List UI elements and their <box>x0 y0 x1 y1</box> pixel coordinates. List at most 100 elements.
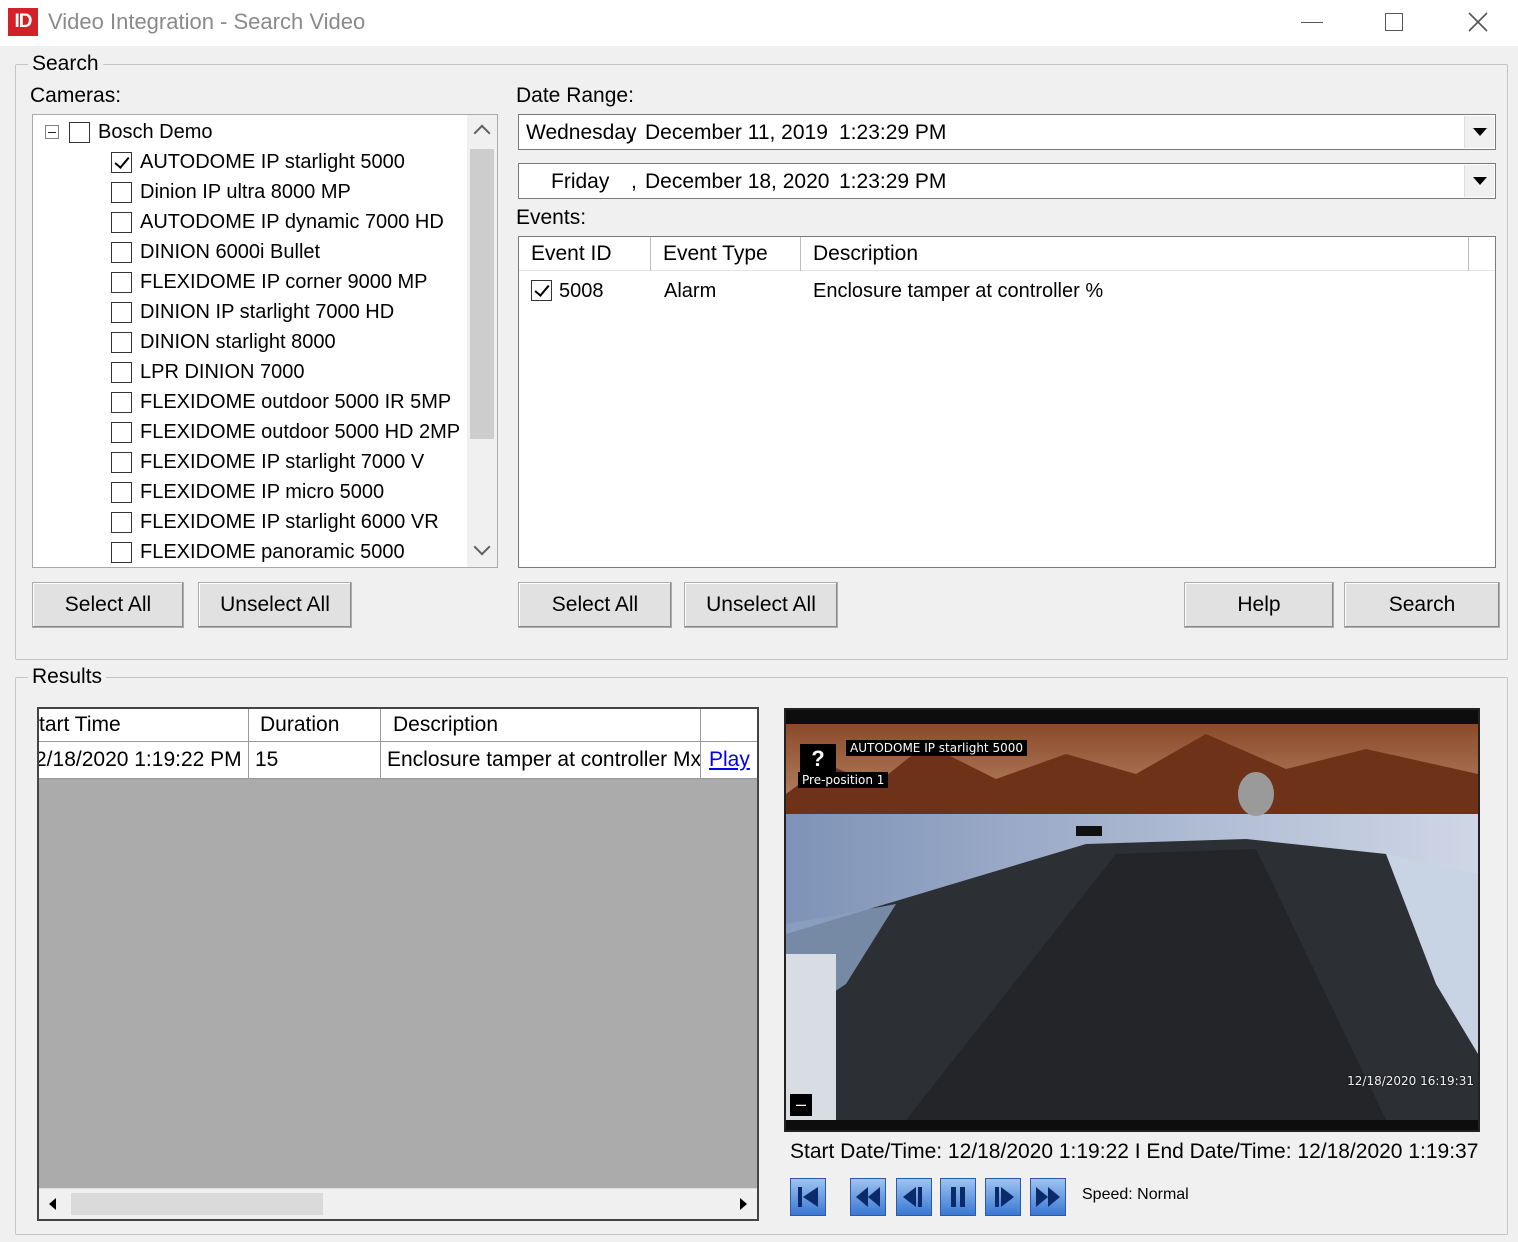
column-header-event-type[interactable]: Event Type <box>651 237 801 271</box>
camera-item-label: FLEXIDOME IP micro 5000 <box>140 480 385 503</box>
camera-item[interactable]: FLEXIDOME IP starlight 7000 V <box>111 447 424 477</box>
camera-item-label: FLEXIDOME IP starlight 7000 V <box>140 450 425 473</box>
result-duration: 15 <box>249 742 381 778</box>
camera-item[interactable]: FLEXIDOME IP corner 9000 MP <box>111 267 428 297</box>
event-id: 5008 <box>559 280 604 302</box>
title-bar: ID Video Integration - Search Video <box>0 0 1518 46</box>
dropdown-arrow-icon[interactable] <box>1464 165 1494 197</box>
step-forward-button[interactable] <box>985 1178 1021 1216</box>
scroll-thumb[interactable] <box>71 1193 323 1215</box>
camera-item[interactable]: DINION 6000i Bullet <box>111 237 320 267</box>
camera-tree-scrollbar[interactable] <box>467 115 497 567</box>
help-button[interactable]: Help <box>1184 582 1334 628</box>
results-grid[interactable]: tart Time Duration Description 2/18/2020… <box>37 707 759 1221</box>
scroll-down-icon[interactable] <box>473 538 491 556</box>
camera-item[interactable]: AUTODOME IP starlight 5000 <box>111 147 405 177</box>
step-back-icon <box>903 1187 922 1207</box>
fast-forward-icon <box>1036 1187 1060 1207</box>
skip-to-start-button[interactable] <box>790 1178 826 1216</box>
cameras-label: Cameras: <box>30 84 122 107</box>
tree-root-label: Bosch Demo <box>98 120 213 143</box>
scroll-left-icon[interactable] <box>49 1198 56 1210</box>
play-link[interactable]: Play <box>709 748 750 772</box>
camera-item-label: FLEXIDOME outdoor 5000 HD 2MP <box>140 420 461 443</box>
camera-item[interactable]: FLEXIDOME outdoor 5000 HD 2MP <box>111 417 460 447</box>
cameras-unselect-all-button[interactable]: Unselect All <box>198 582 352 628</box>
checkbox[interactable] <box>69 121 90 143</box>
column-header-description[interactable]: Description <box>381 709 701 741</box>
scroll-up-icon[interactable] <box>473 124 491 142</box>
checkbox[interactable] <box>111 151 132 173</box>
camera-item-label: AUTODOME IP starlight 5000 <box>140 150 405 173</box>
step-back-button[interactable] <box>896 1178 932 1216</box>
checkbox[interactable] <box>111 421 132 443</box>
camera-item[interactable]: DINION starlight 8000 <box>111 327 336 357</box>
preset-overlay: Pre-position 1 <box>798 772 889 788</box>
checkbox[interactable] <box>111 211 132 233</box>
checkbox[interactable] <box>531 280 552 301</box>
start-date: December 11, 2019 <box>645 121 828 144</box>
camera-item[interactable]: LPR DINION 7000 <box>111 357 305 387</box>
camera-item-label: FLEXIDOME IP corner 9000 MP <box>140 270 428 293</box>
table-row[interactable]: 2/18/2020 1:19:22 PM 15 Enclosure tamper… <box>39 742 757 779</box>
pause-button[interactable] <box>940 1178 976 1216</box>
checkbox[interactable] <box>111 541 132 563</box>
events-unselect-all-button[interactable]: Unselect All <box>684 582 838 628</box>
checkbox[interactable] <box>111 451 132 473</box>
start-date-picker[interactable]: Wednesday , December 11, 2019 1:23:29 PM <box>518 114 1496 150</box>
checkbox[interactable] <box>111 511 132 533</box>
fast-forward-button[interactable] <box>1030 1178 1066 1216</box>
zoom-out-icon[interactable]: – <box>790 1094 812 1116</box>
rewind-fast-icon <box>856 1187 880 1207</box>
checkbox[interactable] <box>111 331 132 353</box>
camera-item[interactable]: AUTODOME IP dynamic 7000 HD <box>111 207 444 237</box>
checkbox[interactable] <box>111 301 132 323</box>
camera-item[interactable]: FLEXIDOME outdoor 5000 IR 5MP <box>111 387 451 417</box>
column-header-description[interactable]: Description <box>801 237 1469 271</box>
pause-icon <box>951 1187 965 1207</box>
video-player[interactable]: ? AUTODOME IP starlight 5000 Pre-positio… <box>784 708 1480 1132</box>
checkbox[interactable] <box>111 481 132 503</box>
checkbox[interactable] <box>111 271 132 293</box>
checkbox[interactable] <box>111 391 132 413</box>
app-logo-icon: ID <box>8 8 38 36</box>
checkbox[interactable] <box>111 361 132 383</box>
column-header-duration[interactable]: Duration <box>249 709 381 741</box>
end-date-picker[interactable]: Friday , December 18, 2020 1:23:29 PM <box>518 163 1496 199</box>
camera-name-overlay: AUTODOME IP starlight 5000 <box>846 740 1027 756</box>
event-description: Enclosure tamper at controller % <box>813 280 1104 302</box>
results-horizontal-scrollbar[interactable] <box>39 1188 757 1219</box>
camera-item-label: Dinion IP ultra 8000 MP <box>140 180 351 203</box>
end-weekday: Friday <box>551 170 610 193</box>
end-time: 1:23:29 PM <box>839 170 947 193</box>
cameras-select-all-button[interactable]: Select All <box>32 582 184 628</box>
rewind-fast-button[interactable] <box>850 1178 886 1216</box>
camera-item[interactable]: FLEXIDOME IP starlight 6000 VR <box>111 507 439 537</box>
events-list[interactable]: Event ID Event Type Description 5008 Ala… <box>518 236 1496 568</box>
checkbox[interactable] <box>111 241 132 263</box>
minimize-button[interactable] <box>1272 0 1352 44</box>
checkbox[interactable] <box>111 181 132 203</box>
search-button[interactable]: Search <box>1344 582 1500 628</box>
camera-item[interactable]: FLEXIDOME IP micro 5000 <box>111 477 384 507</box>
column-header-event-id[interactable]: Event ID <box>519 237 651 271</box>
camera-item[interactable]: FLEXIDOME panoramic 5000 <box>111 537 405 567</box>
collapse-icon[interactable] <box>45 125 59 139</box>
column-header-start-time[interactable]: tart Time <box>39 709 249 741</box>
video-time-info: Start Date/Time: 12/18/2020 1:19:22 I En… <box>790 1140 1480 1163</box>
scroll-thumb[interactable] <box>470 149 494 439</box>
skip-to-start-icon <box>798 1187 818 1207</box>
maximize-button[interactable] <box>1354 0 1434 44</box>
events-label: Events: <box>516 206 587 229</box>
camera-item[interactable]: DINION IP starlight 7000 HD <box>111 297 394 327</box>
dropdown-arrow-icon[interactable] <box>1464 116 1494 148</box>
result-start-time: 2/18/2020 1:19:22 PM <box>39 742 249 778</box>
close-button[interactable] <box>1438 0 1518 44</box>
scroll-right-icon[interactable] <box>740 1198 747 1210</box>
tree-root-bosch-demo[interactable]: Bosch Demo <box>45 117 213 147</box>
video-frame-image <box>786 724 1478 1120</box>
camera-tree[interactable]: Bosch Demo AUTODOME IP starlight 5000 Din… <box>32 114 498 568</box>
help-overlay-icon[interactable]: ? <box>800 744 836 774</box>
camera-item[interactable]: Dinion IP ultra 8000 MP <box>111 177 351 207</box>
events-select-all-button[interactable]: Select All <box>518 582 672 628</box>
